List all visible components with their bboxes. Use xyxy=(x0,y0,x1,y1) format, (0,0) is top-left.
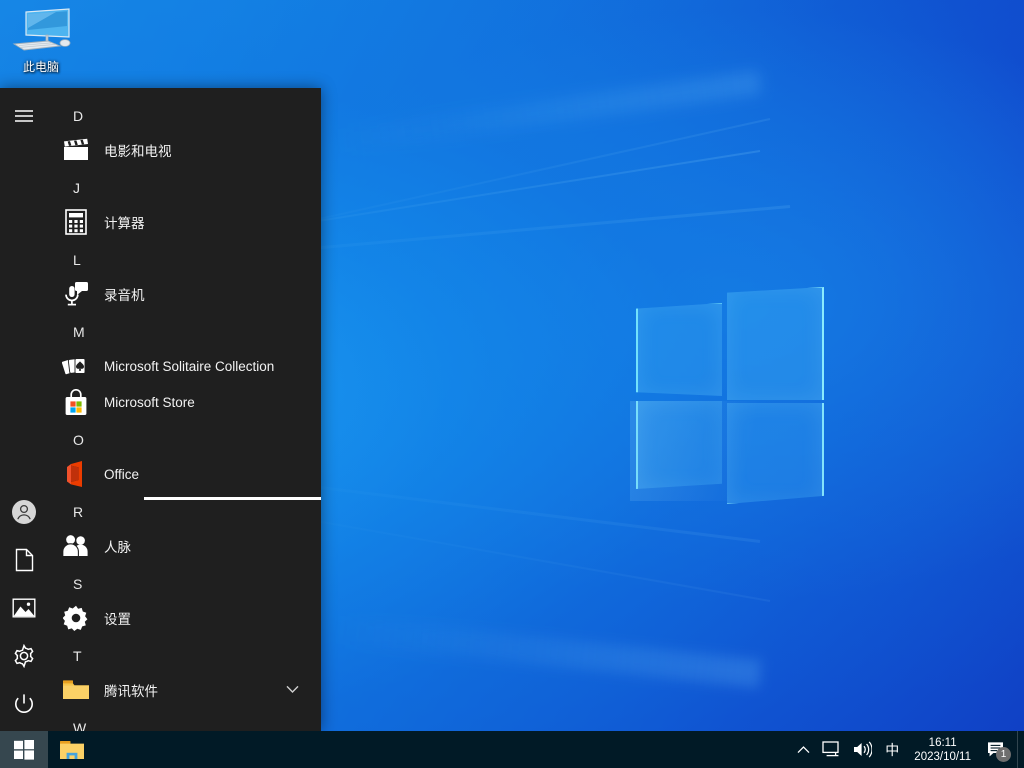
speaker-icon xyxy=(853,741,872,758)
show-desktop-button[interactable] xyxy=(1017,731,1024,768)
gear-icon xyxy=(12,644,36,668)
section-letter[interactable]: T xyxy=(73,648,82,664)
section-letter[interactable]: L xyxy=(73,252,81,268)
section-letter[interactable]: O xyxy=(73,432,84,448)
network-monitor-icon xyxy=(822,741,841,758)
taskbar: 中 16:11 2023/10/11 1 xyxy=(0,731,1024,768)
folder-icon xyxy=(60,674,92,706)
people-icon xyxy=(60,530,92,562)
power-icon xyxy=(13,693,35,715)
app-label: Office xyxy=(104,467,139,482)
clock-time: 16:11 xyxy=(914,736,971,750)
section-letter[interactable]: D xyxy=(73,108,83,124)
taskbar-item-file-explorer[interactable] xyxy=(48,731,96,768)
notification-center-button[interactable]: 1 xyxy=(981,731,1013,768)
app-label: 设置 xyxy=(104,608,131,628)
app-label: Microsoft Solitaire Collection xyxy=(104,359,274,374)
section-letter[interactable]: S xyxy=(73,576,82,592)
start-menu-rail xyxy=(0,88,48,731)
app-label: Microsoft Store xyxy=(104,395,195,410)
app-label: 录音机 xyxy=(104,284,145,304)
movies-tv-icon xyxy=(60,134,92,166)
notification-badge: 1 xyxy=(996,747,1011,762)
solitaire-icon xyxy=(60,350,92,382)
logo-pane-bottom-left xyxy=(636,401,722,489)
rail-item-settings[interactable] xyxy=(0,632,48,680)
microsoft-store-icon xyxy=(60,386,92,418)
app-label: 人脉 xyxy=(104,536,131,556)
app-list-item[interactable]: 人脉 xyxy=(48,528,321,564)
rail-item-documents[interactable] xyxy=(0,536,48,584)
tray-ime-indicator[interactable]: 中 xyxy=(878,731,906,768)
user-avatar-icon xyxy=(11,499,37,525)
office-icon xyxy=(60,458,92,490)
rail-item-power[interactable] xyxy=(0,680,48,728)
app-list-item-folder[interactable]: 腾讯软件 xyxy=(48,672,321,708)
app-list-item[interactable]: 计算器 xyxy=(48,204,321,240)
start-button[interactable] xyxy=(0,731,48,768)
windows-hero-logo xyxy=(630,283,830,495)
app-list-item[interactable]: 设置 xyxy=(48,600,321,636)
start-menu-app-list[interactable]: D 电影和电视 J xyxy=(48,88,321,731)
windows-logo-icon xyxy=(14,740,34,760)
tray-network-button[interactable] xyxy=(816,731,847,768)
file-explorer-icon xyxy=(59,739,85,761)
chevron-up-icon xyxy=(797,745,810,754)
app-list-item[interactable]: Microsoft Solitaire Collection xyxy=(48,348,321,384)
desktop-icon-this-pc[interactable]: 此电脑 xyxy=(4,6,78,74)
tray-overflow-button[interactable] xyxy=(791,731,816,768)
chevron-down-icon[interactable] xyxy=(286,681,299,699)
taskbar-clock[interactable]: 16:11 2023/10/11 xyxy=(906,736,981,764)
app-label: 计算器 xyxy=(104,212,145,232)
logo-pane-top-left xyxy=(636,303,722,396)
hamburger-menu-button[interactable] xyxy=(0,92,48,140)
gear-icon xyxy=(60,602,92,634)
tray-volume-button[interactable] xyxy=(847,731,878,768)
app-list-item[interactable]: 录音机 xyxy=(48,276,321,312)
app-list-item[interactable]: Office xyxy=(48,456,321,492)
app-label: 电影和电视 xyxy=(104,140,172,160)
document-icon xyxy=(15,548,34,572)
rail-item-user-account[interactable] xyxy=(0,488,48,536)
section-letter[interactable]: J xyxy=(73,180,80,196)
section-letter[interactable]: W xyxy=(73,720,86,731)
clock-date: 2023/10/11 xyxy=(914,750,971,764)
section-letter[interactable]: R xyxy=(73,504,83,520)
rail-item-pictures[interactable] xyxy=(0,584,48,632)
pictures-icon xyxy=(12,598,36,618)
focus-indicator-underline xyxy=(144,497,321,500)
voice-recorder-icon xyxy=(60,278,92,310)
desktop-icon-label: 此电脑 xyxy=(4,60,78,74)
section-letter[interactable]: M xyxy=(73,324,85,340)
calculator-icon xyxy=(60,206,92,238)
app-list-item[interactable]: 电影和电视 xyxy=(48,132,321,168)
this-pc-icon xyxy=(4,6,78,58)
app-label: 腾讯软件 xyxy=(104,680,158,700)
start-menu-panel: D 电影和电视 J xyxy=(0,88,321,731)
desktop-screen: 此电脑 xyxy=(0,0,1024,768)
logo-pane-bottom-right xyxy=(727,403,824,504)
wallpaper-light-ray xyxy=(331,615,762,688)
wallpaper-light-ray xyxy=(333,70,762,154)
system-tray: 中 16:11 2023/10/11 1 xyxy=(791,731,1024,768)
hamburger-menu-icon xyxy=(14,109,34,123)
logo-pane-top-right xyxy=(727,287,824,400)
app-list-item-microsoft-store[interactable]: Microsoft Store xyxy=(48,384,321,420)
